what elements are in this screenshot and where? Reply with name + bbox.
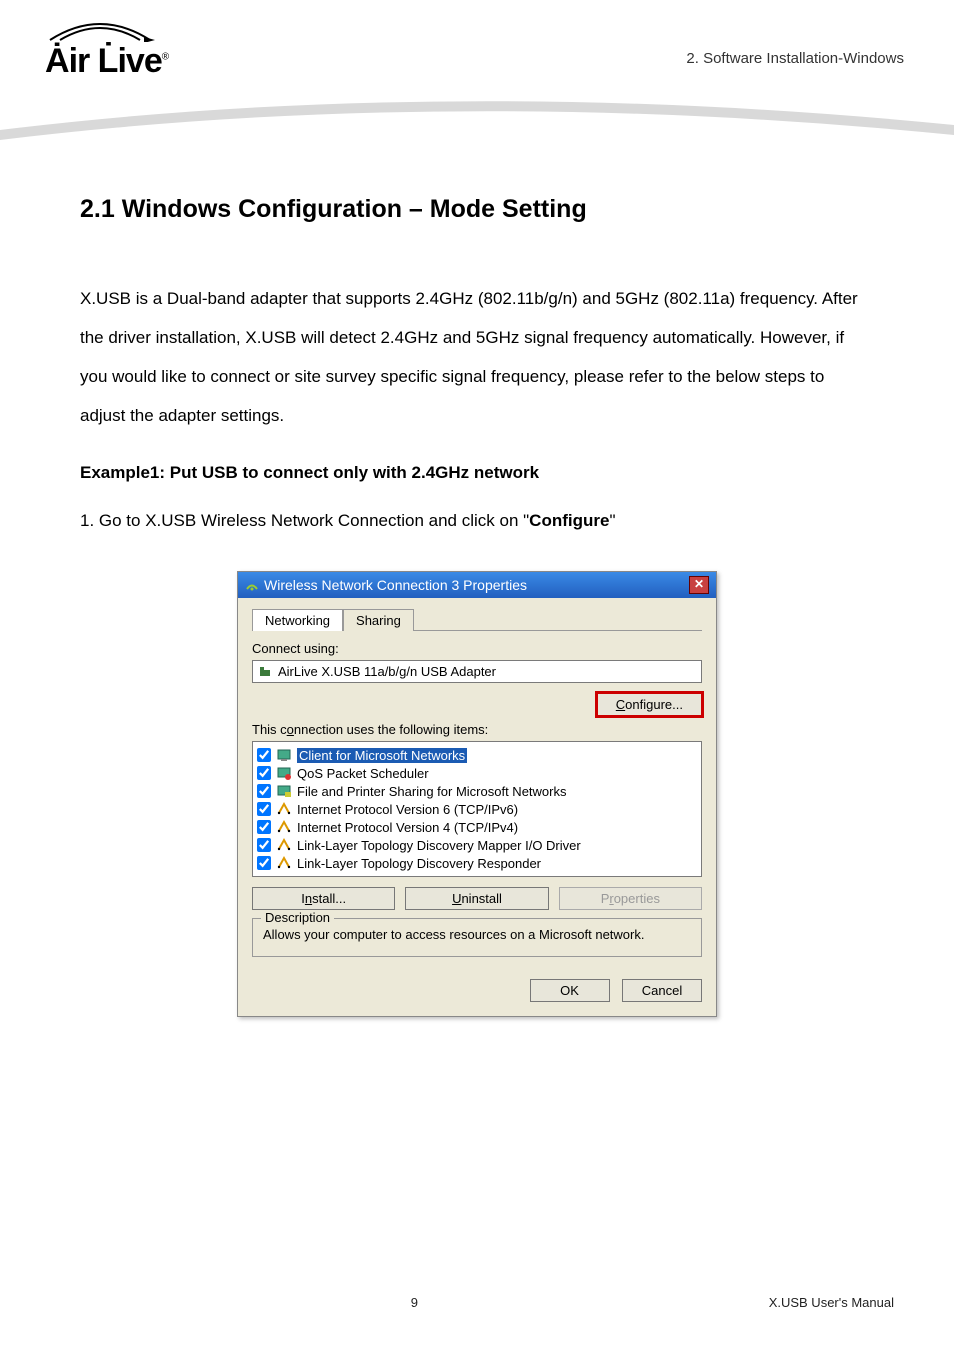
manual-title: X.USB User's Manual xyxy=(769,1295,894,1310)
qos-icon xyxy=(276,765,292,781)
list-item[interactable]: File and Printer Sharing for Microsoft N… xyxy=(255,782,699,800)
fileshare-icon xyxy=(276,783,292,799)
item-checkbox[interactable] xyxy=(257,748,271,762)
item-checkbox[interactable] xyxy=(257,802,271,816)
list-item[interactable]: Internet Protocol Version 6 (TCP/IPv6) xyxy=(255,800,699,818)
dialog-title: Wireless Network Connection 3 Properties xyxy=(264,577,527,593)
items-label: This connection uses the following items… xyxy=(252,722,702,737)
wireless-icon xyxy=(245,578,259,592)
description-text: Allows your computer to access resources… xyxy=(263,927,691,942)
logo-text: Ȧir L̇ive® xyxy=(45,42,168,81)
protocol-icon xyxy=(276,819,292,835)
ok-button[interactable]: OK xyxy=(530,979,610,1002)
protocol-icon xyxy=(276,837,292,853)
list-item[interactable]: QoS Packet Scheduler xyxy=(255,764,699,782)
page-number: 9 xyxy=(60,1295,769,1310)
breadcrumb: 2. Software Installation-Windows xyxy=(686,50,904,67)
cancel-button[interactable]: Cancel xyxy=(622,979,702,1002)
install-button[interactable]: Install... xyxy=(252,887,395,910)
list-item[interactable]: Link-Layer Topology Discovery Mapper I/O… xyxy=(255,836,699,854)
tab-networking[interactable]: Networking xyxy=(252,609,343,631)
step-1: 1. Go to X.USB Wireless Network Connecti… xyxy=(80,511,874,531)
example-heading: Example1: Put USB to connect only with 2… xyxy=(80,463,874,483)
intro-paragraph: X.USB is a Dual-band adapter that suppor… xyxy=(80,279,874,435)
item-checkbox[interactable] xyxy=(257,838,271,852)
page-footer: 9 X.USB User's Manual xyxy=(0,1295,954,1310)
brand-logo: Ȧir L̇ive® xyxy=(45,20,168,81)
uninstall-button[interactable]: Uninstall xyxy=(405,887,548,910)
tab-sharing[interactable]: Sharing xyxy=(343,609,414,631)
list-item[interactable]: Client for Microsoft Networks xyxy=(255,746,699,764)
items-listbox[interactable]: Client for Microsoft Networks QoS Packet… xyxy=(252,741,702,877)
protocol-icon xyxy=(276,801,292,817)
connect-using-label: Connect using: xyxy=(252,641,702,656)
configure-label: onfigure... xyxy=(625,697,683,712)
client-icon xyxy=(276,747,292,763)
tab-strip: NetworkingSharing xyxy=(252,608,702,631)
description-group: Description Allows your computer to acce… xyxy=(252,918,702,957)
list-item[interactable]: Link-Layer Topology Discovery Responder xyxy=(255,854,699,872)
adapter-icon xyxy=(258,665,272,679)
item-checkbox[interactable] xyxy=(257,766,271,780)
item-checkbox[interactable] xyxy=(257,856,271,870)
item-checkbox[interactable] xyxy=(257,784,271,798)
properties-dialog: Wireless Network Connection 3 Properties… xyxy=(237,571,717,1017)
item-checkbox[interactable] xyxy=(257,820,271,834)
adapter-field: AirLive X.USB 11a/b/g/n USB Adapter xyxy=(252,660,702,683)
logo-arc-icon xyxy=(45,20,155,42)
properties-button[interactable]: Properties xyxy=(559,887,702,910)
configure-button[interactable]: Configure... xyxy=(597,693,702,716)
list-item[interactable]: Internet Protocol Version 4 (TCP/IPv4) xyxy=(255,818,699,836)
header-swoosh xyxy=(0,90,954,150)
dialog-titlebar: Wireless Network Connection 3 Properties… xyxy=(238,572,716,598)
protocol-icon xyxy=(276,855,292,871)
close-button[interactable]: ✕ xyxy=(689,576,709,594)
description-title: Description xyxy=(261,910,334,925)
adapter-name: AirLive X.USB 11a/b/g/n USB Adapter xyxy=(278,664,496,679)
section-title: 2.1 Windows Configuration – Mode Setting xyxy=(80,195,874,224)
